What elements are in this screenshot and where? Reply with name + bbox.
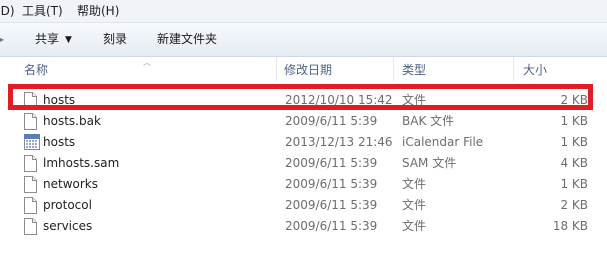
calendar-icon xyxy=(24,134,40,150)
column-header-row: ︿ 名称 修改日期 类型 大小 xyxy=(0,57,607,81)
column-header-size[interactable]: 大小 xyxy=(523,63,547,77)
command-bar: ▸ 共享 ▼ 刻录 新建文件夹 xyxy=(0,23,607,57)
chevron-down-icon: ▼ xyxy=(65,35,72,45)
file-name: services xyxy=(43,219,93,233)
file-size: 1 KB xyxy=(560,135,588,149)
file-type: SAM 文件 xyxy=(402,156,457,170)
file-date: 2009/6/11 5:39 xyxy=(285,156,378,170)
file-name: protocol xyxy=(43,198,92,212)
file-name: networks xyxy=(43,177,98,191)
file-row[interactable]: hosts 2013/12/13 21:46 iCalendar File 1 … xyxy=(0,132,607,153)
menu-item-partial[interactable]: (D) xyxy=(0,3,15,19)
file-size: 1 KB xyxy=(560,177,588,191)
column-divider[interactable] xyxy=(393,57,394,81)
file-date: 2013/12/13 21:46 xyxy=(285,135,393,149)
file-name: lmhosts.sam xyxy=(43,156,120,170)
file-size: 2 KB xyxy=(560,198,588,212)
file-row[interactable]: hosts 2012/10/10 15:42 文件 2 KB xyxy=(0,90,607,111)
file-icon xyxy=(24,155,37,172)
new-folder-button[interactable]: 新建文件夹 xyxy=(157,31,217,48)
file-icon xyxy=(24,176,37,193)
file-size: 18 KB xyxy=(552,219,588,233)
back-arrow-icon[interactable]: ▸ xyxy=(0,32,4,46)
file-date: 2009/6/11 5:39 xyxy=(285,219,378,233)
file-row[interactable]: protocol 2009/6/11 5:39 文件 2 KB xyxy=(0,195,607,216)
column-divider[interactable] xyxy=(513,57,514,81)
file-size: 4 KB xyxy=(560,156,588,170)
file-row[interactable]: services 2009/6/11 5:39 文件 18 KB xyxy=(0,216,607,237)
file-icon xyxy=(24,197,37,214)
share-label: 共享 xyxy=(35,32,60,46)
file-date: 2009/6/11 5:39 xyxy=(285,177,378,191)
file-icon xyxy=(24,113,37,130)
file-type: BAK 文件 xyxy=(402,114,455,128)
column-header-date[interactable]: 修改日期 xyxy=(284,63,332,77)
file-size: 2 KB xyxy=(560,93,588,107)
file-row[interactable]: networks 2009/6/11 5:39 文件 1 KB xyxy=(0,174,607,195)
file-row[interactable]: hosts.bak 2009/6/11 5:39 BAK 文件 1 KB xyxy=(0,111,607,132)
file-type: 文件 xyxy=(402,198,427,212)
file-size: 1 KB xyxy=(560,114,588,128)
file-type: 文件 xyxy=(402,177,427,191)
sort-ascending-icon: ︿ xyxy=(143,58,151,67)
menu-item-tools[interactable]: 工具(T) xyxy=(22,3,63,19)
column-header-type[interactable]: 类型 xyxy=(402,63,426,77)
file-name: hosts.bak xyxy=(43,114,101,128)
file-icon xyxy=(24,218,37,235)
file-type: 文件 xyxy=(402,219,427,233)
file-name: hosts xyxy=(43,135,76,149)
column-divider[interactable] xyxy=(276,57,277,81)
share-button[interactable]: 共享 ▼ xyxy=(35,31,72,50)
file-type: iCalendar File xyxy=(402,135,484,149)
file-icon xyxy=(24,92,37,109)
burn-button[interactable]: 刻录 xyxy=(103,31,127,48)
column-header-name[interactable]: 名称 xyxy=(24,63,48,77)
file-row[interactable]: lmhosts.sam 2009/6/11 5:39 SAM 文件 4 KB xyxy=(0,153,607,174)
file-date: 2009/6/11 5:39 xyxy=(285,198,378,212)
menu-item-help[interactable]: 帮助(H) xyxy=(77,3,119,19)
file-type: 文件 xyxy=(402,93,427,107)
file-date: 2009/6/11 5:39 xyxy=(285,114,378,128)
file-name: hosts xyxy=(43,93,76,107)
menu-bar: (D) 工具(T) 帮助(H) xyxy=(0,0,607,23)
file-date: 2012/10/10 15:42 xyxy=(285,93,393,107)
